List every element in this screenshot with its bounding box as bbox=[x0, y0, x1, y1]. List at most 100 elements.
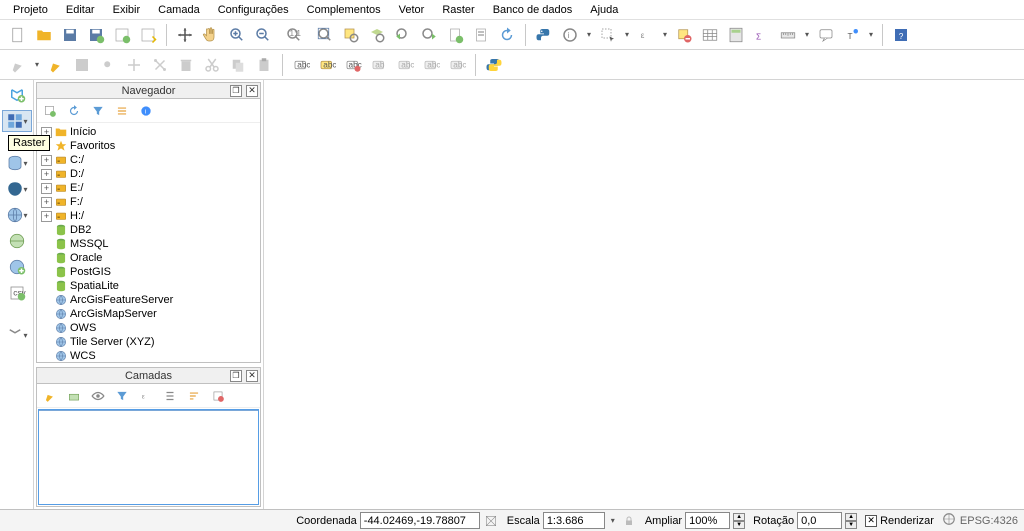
layers-dock-button[interactable]: ❐ bbox=[230, 370, 242, 382]
label-showhide-button[interactable]: ab bbox=[367, 53, 391, 77]
new-print-composer-button[interactable] bbox=[110, 23, 134, 47]
layers-close-button[interactable]: ✕ bbox=[246, 370, 258, 382]
browser-tree-row[interactable]: +E:/ bbox=[37, 181, 260, 195]
label-rotate-button[interactable]: abc bbox=[419, 53, 443, 77]
extents-icon[interactable] bbox=[483, 513, 499, 529]
crs-label[interactable]: EPSG:4326 bbox=[960, 515, 1018, 527]
menu-banco-de-dados[interactable]: Banco de dados bbox=[484, 2, 582, 18]
tree-expand-icon[interactable]: + bbox=[41, 183, 52, 194]
browser-tree-row[interactable]: Oracle bbox=[37, 251, 260, 265]
browser-tree-row[interactable]: Tile Server (XYZ) bbox=[37, 335, 260, 349]
python-console-button[interactable] bbox=[532, 23, 556, 47]
add-wcs-button[interactable] bbox=[2, 230, 32, 252]
pan-selection-button[interactable] bbox=[199, 23, 223, 47]
browser-tree-row[interactable]: ArcGisFeatureServer bbox=[37, 293, 260, 307]
select-dropdown[interactable]: ▾ bbox=[622, 30, 632, 39]
zoom-spinner[interactable]: ▲▼ bbox=[733, 513, 745, 529]
browser-tree-row[interactable]: +Início bbox=[37, 125, 260, 139]
browser-tree-row[interactable]: DB2 bbox=[37, 223, 260, 237]
add-wms-button[interactable]: ▾ bbox=[2, 204, 32, 226]
identify-button[interactable]: i bbox=[558, 23, 582, 47]
python-plugin-button[interactable] bbox=[482, 53, 506, 77]
layers-expression-button[interactable]: ε bbox=[137, 387, 155, 405]
add-raster-layer-button[interactable]: ▾ bbox=[2, 110, 32, 132]
tree-expand-icon[interactable]: + bbox=[41, 197, 52, 208]
map-tips-button[interactable] bbox=[814, 23, 838, 47]
measure-button[interactable] bbox=[776, 23, 800, 47]
layers-remove-button[interactable] bbox=[209, 387, 227, 405]
zoom-selection-button[interactable] bbox=[339, 23, 363, 47]
field-calculator-button[interactable] bbox=[724, 23, 748, 47]
menu-camada[interactable]: Camada bbox=[149, 2, 209, 18]
current-edits-button[interactable] bbox=[6, 53, 30, 77]
text-annotation-button[interactable]: T bbox=[840, 23, 864, 47]
menu-vetor[interactable]: Vetor bbox=[390, 2, 434, 18]
new-project-button[interactable] bbox=[6, 23, 30, 47]
add-wfs-button[interactable] bbox=[2, 256, 32, 278]
scale-input[interactable] bbox=[543, 512, 605, 529]
delete-selected-button[interactable] bbox=[174, 53, 198, 77]
save-project-button[interactable] bbox=[58, 23, 82, 47]
crs-icon[interactable] bbox=[942, 512, 956, 529]
annotation-dropdown[interactable]: ▾ bbox=[866, 30, 876, 39]
select-button[interactable] bbox=[596, 23, 620, 47]
browser-tree-row[interactable]: +D:/ bbox=[37, 167, 260, 181]
node-tool-button[interactable] bbox=[148, 53, 172, 77]
add-feature-button[interactable] bbox=[96, 53, 120, 77]
layers-body[interactable] bbox=[39, 410, 258, 504]
menu-projeto[interactable]: Projeto bbox=[4, 2, 57, 18]
zoom-in-button[interactable] bbox=[225, 23, 249, 47]
identify-dropdown[interactable]: ▾ bbox=[584, 30, 594, 39]
add-spatialite-button[interactable]: ▾ bbox=[2, 152, 32, 174]
browser-tree-row[interactable]: WCS bbox=[37, 349, 260, 362]
save-as-button[interactable] bbox=[84, 23, 108, 47]
tree-expand-icon[interactable]: + bbox=[41, 155, 52, 166]
map-canvas[interactable] bbox=[264, 80, 1024, 509]
attribute-table-button[interactable] bbox=[698, 23, 722, 47]
tree-expand-icon[interactable]: + bbox=[41, 211, 52, 222]
browser-close-button[interactable]: ✕ bbox=[246, 85, 258, 97]
menu-configuracoes[interactable]: Configurações bbox=[209, 2, 298, 18]
toggle-editing-button[interactable] bbox=[44, 53, 68, 77]
pan-button[interactable] bbox=[173, 23, 197, 47]
rotation-spinner[interactable]: ▲▼ bbox=[845, 513, 857, 529]
zoom-input[interactable] bbox=[685, 512, 730, 529]
menu-exibir[interactable]: Exibir bbox=[104, 2, 150, 18]
layers-visibility-button[interactable] bbox=[89, 387, 107, 405]
composer-manager-button[interactable] bbox=[136, 23, 160, 47]
save-edits-button[interactable] bbox=[70, 53, 94, 77]
browser-tree-row[interactable]: MSSQL bbox=[37, 237, 260, 251]
cut-button[interactable] bbox=[200, 53, 224, 77]
new-bookmark-button[interactable] bbox=[443, 23, 467, 47]
menu-raster[interactable]: Raster bbox=[433, 2, 483, 18]
browser-tree-row[interactable]: +H:/ bbox=[37, 209, 260, 223]
move-feature-button[interactable] bbox=[122, 53, 146, 77]
browser-tree-row[interactable]: SpatiaLite bbox=[37, 279, 260, 293]
menu-complementos[interactable]: Complementos bbox=[298, 2, 390, 18]
browser-tree-row[interactable]: Favoritos bbox=[37, 139, 260, 153]
layers-style-button[interactable] bbox=[41, 387, 59, 405]
zoom-out-button[interactable] bbox=[251, 23, 275, 47]
label-move-button[interactable]: abc bbox=[393, 53, 417, 77]
browser-tree-row[interactable]: PostGIS bbox=[37, 265, 260, 279]
select-expression-dropdown[interactable]: ▾ bbox=[660, 30, 670, 39]
scale-lock-icon[interactable] bbox=[621, 513, 637, 529]
zoom-next-button[interactable] bbox=[417, 23, 441, 47]
bookmarks-button[interactable] bbox=[469, 23, 493, 47]
new-vector-layer-button[interactable]: ▾ bbox=[2, 324, 32, 346]
zoom-native-button[interactable]: 1:1 bbox=[277, 23, 311, 47]
layers-collapse-button[interactable] bbox=[185, 387, 203, 405]
paste-button[interactable] bbox=[252, 53, 276, 77]
coordinate-input[interactable] bbox=[360, 512, 480, 529]
statistics-button[interactable]: Σ bbox=[750, 23, 774, 47]
zoom-full-button[interactable] bbox=[313, 23, 337, 47]
deselect-button[interactable] bbox=[672, 23, 696, 47]
scale-dropdown[interactable]: ▾ bbox=[608, 516, 618, 525]
layers-filter-button[interactable] bbox=[113, 387, 131, 405]
browser-tree-row[interactable]: +C:/ bbox=[37, 153, 260, 167]
refresh-button[interactable] bbox=[495, 23, 519, 47]
tree-expand-icon[interactable]: + bbox=[41, 169, 52, 180]
menu-ajuda[interactable]: Ajuda bbox=[581, 2, 627, 18]
browser-filter-button[interactable] bbox=[89, 102, 107, 120]
add-vector-layer-button[interactable] bbox=[2, 84, 32, 106]
